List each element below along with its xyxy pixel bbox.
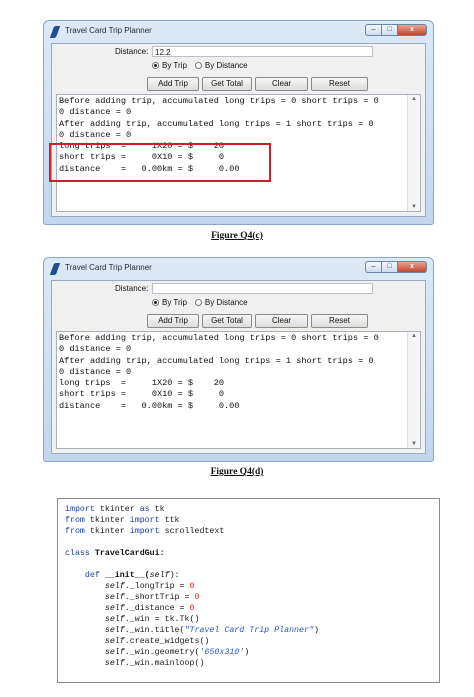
by-trip-label: By Trip xyxy=(162,298,187,307)
distance-label: Distance: xyxy=(115,284,149,293)
figure-caption-d: Figure Q4(d) xyxy=(210,467,264,477)
code-line: from tkinter import scrolledtext xyxy=(65,527,225,536)
action-buttons: Add Trip Get Total Clear Reset xyxy=(147,314,371,328)
output-line: 0 distance = 0 xyxy=(59,107,132,118)
window-client-area: Distance: 12.2 By Trip By Distance Add T… xyxy=(51,43,426,217)
distance-label: Distance: xyxy=(115,47,149,56)
feather-app-icon xyxy=(49,26,61,38)
by-distance-radio[interactable] xyxy=(194,299,202,306)
output-line: Before adding trip, accumulated long tri… xyxy=(59,96,379,106)
red-highlight-box xyxy=(49,143,271,182)
add-trip-button[interactable]: Add Trip xyxy=(147,77,199,91)
scroll-up-arrow-icon[interactable]: ▲ xyxy=(411,333,417,339)
code-listing: import tkinter as tk from tkinter import… xyxy=(57,498,440,683)
title-bar[interactable]: Travel Card Trip Planner – □ x xyxy=(44,21,433,43)
code-line: def __init__(self): xyxy=(65,571,180,580)
output-line: After adding trip, accumulated long trip… xyxy=(59,118,374,129)
minimize-button[interactable]: – xyxy=(365,261,381,273)
scroll-up-arrow-icon[interactable]: ▲ xyxy=(411,96,417,102)
window-title: Travel Card Trip Planner xyxy=(65,263,152,272)
action-buttons: Add Trip Get Total Clear Reset xyxy=(147,77,371,91)
reset-button[interactable]: Reset xyxy=(311,314,368,328)
output-line: 0 distance = 0 xyxy=(59,129,132,140)
by-distance-label: By Distance xyxy=(204,61,248,70)
code-line: self._shortTrip = 0 xyxy=(104,593,200,602)
title-bar[interactable]: Travel Card Trip Planner – □ x xyxy=(44,258,433,280)
window-client-area: Distance: By Trip By Distance Add Trip G… xyxy=(51,280,426,454)
window-controls: – □ x xyxy=(365,261,427,274)
code-line: self._win.geometry('650x310') xyxy=(104,648,250,657)
scroll-down-arrow-icon[interactable]: ▼ xyxy=(411,441,417,447)
minimize-button[interactable]: – xyxy=(365,24,381,36)
add-trip-button[interactable]: Add Trip xyxy=(147,314,199,328)
get-total-button[interactable]: Get Total xyxy=(202,314,252,328)
output-text-area[interactable]: Before adding trip, accumulated long tri… xyxy=(56,331,421,449)
code-line: self._win = tk.Tk() xyxy=(104,615,200,624)
by-trip-label: By Trip xyxy=(162,61,187,70)
output-line: distance = 0.00km = $ 0.00 xyxy=(59,400,240,411)
close-button[interactable]: x xyxy=(397,261,427,273)
output-line: short trips = 0X10 = $ 0 xyxy=(59,389,225,400)
clear-button[interactable]: Clear xyxy=(255,314,308,328)
reset-button[interactable]: Reset xyxy=(311,77,368,91)
code-line: from tkinter import ttk xyxy=(65,516,180,525)
scroll-down-arrow-icon[interactable]: ▼ xyxy=(411,204,417,210)
code-line: import tkinter as tk xyxy=(65,505,165,514)
output-line: 0 distance = 0 xyxy=(59,344,132,355)
distance-input[interactable] xyxy=(152,283,373,294)
distance-input[interactable]: 12.2 xyxy=(152,46,373,57)
output-line: After adding trip, accumulated long trip… xyxy=(59,355,374,366)
by-distance-radio[interactable] xyxy=(194,62,202,69)
code-line: self.create_widgets() xyxy=(104,637,210,646)
feather-app-icon xyxy=(49,263,61,275)
code-line: self._distance = 0 xyxy=(104,604,195,613)
by-trip-radio[interactable] xyxy=(152,62,159,69)
window-title: Travel Card Trip Planner xyxy=(65,26,152,35)
close-button[interactable]: x xyxy=(397,24,427,36)
output-line: Before adding trip, accumulated long tri… xyxy=(59,333,379,343)
trip-type-radio-group: By Trip By Distance xyxy=(152,61,248,70)
travel-card-window-d: Travel Card Trip Planner – □ x Distance:… xyxy=(43,257,434,462)
by-trip-radio[interactable] xyxy=(152,299,159,306)
vertical-scrollbar[interactable]: ▲ ▼ xyxy=(407,332,420,448)
travel-card-window-c: Travel Card Trip Planner – □ x Distance:… xyxy=(43,20,434,225)
maximize-button[interactable]: □ xyxy=(381,261,397,273)
vertical-scrollbar[interactable]: ▲ ▼ xyxy=(407,95,420,211)
code-line: self._win.title("Travel Card Trip Planne… xyxy=(104,626,319,635)
get-total-button[interactable]: Get Total xyxy=(202,77,252,91)
output-line: 0 distance = 0 xyxy=(59,366,132,377)
window-controls: – □ x xyxy=(365,24,427,37)
code-line: class TravelCardGui: xyxy=(65,549,165,558)
code-line: self._win.mainloop() xyxy=(104,659,205,668)
clear-button[interactable]: Clear xyxy=(255,77,308,91)
by-distance-label: By Distance xyxy=(204,298,248,307)
trip-type-radio-group: By Trip By Distance xyxy=(152,298,248,307)
code-line: self._longTrip = 0 xyxy=(104,582,195,591)
output-line: long trips = 1X20 = $ 20 xyxy=(59,378,225,389)
maximize-button[interactable]: □ xyxy=(381,24,397,36)
figure-caption-c: Figure Q4(c) xyxy=(211,231,263,241)
